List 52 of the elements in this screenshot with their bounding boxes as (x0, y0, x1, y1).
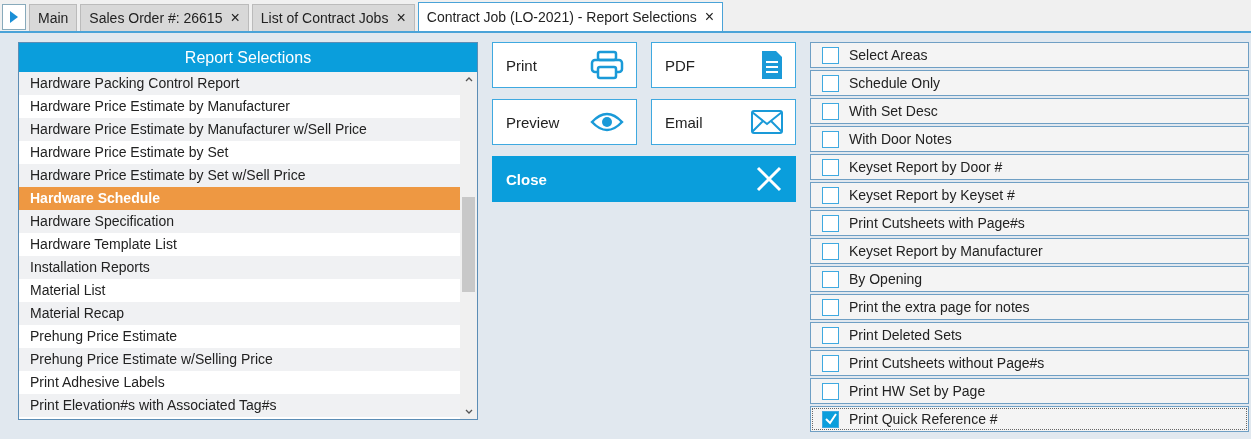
pdf-button[interactable]: PDF (651, 42, 796, 88)
report-item[interactable]: Hardware Price Estimate by Set w/Sell Price (19, 164, 460, 187)
print-button[interactable]: Print (492, 42, 637, 88)
report-item[interactable]: Installation Reports (19, 256, 460, 279)
report-item[interactable]: Hardware Specification (19, 210, 460, 233)
report-item[interactable]: Material List (19, 279, 460, 302)
scroll-down-icon[interactable] (464, 409, 473, 414)
printer-icon (590, 50, 624, 80)
tab[interactable]: Sales Order #: 26615 × (80, 4, 249, 31)
tab-scroll-button[interactable] (2, 4, 26, 30)
tab[interactable]: Main (29, 4, 78, 31)
option-checkbox[interactable]: Print Quick Reference # (810, 406, 1249, 432)
scrollbar-thumb[interactable] (462, 197, 475, 292)
tab[interactable]: List of Contract Jobs × (251, 4, 415, 31)
option-checkbox[interactable]: Select Areas (810, 42, 1249, 68)
option-checkbox[interactable]: With Set Desc (810, 98, 1249, 124)
option-checkbox[interactable]: Print Cutsheets without Page#s (810, 350, 1249, 376)
close-icon[interactable]: × (230, 9, 240, 27)
preview-button[interactable]: Preview (492, 99, 637, 145)
list-header: Report Selections (19, 43, 477, 72)
report-item[interactable]: Hardware Price Estimate by Manufacturer w/Sell Price (19, 118, 460, 141)
option-checkbox[interactable]: Keyset Report by Door # (810, 154, 1249, 180)
envelope-icon (751, 110, 783, 134)
report-item[interactable]: Hardware Price Estimate by Manufacturer (19, 95, 460, 118)
close-icon[interactable]: × (704, 8, 715, 26)
report-item[interactable]: Prehung Price Estimate (19, 325, 460, 348)
report-item[interactable]: Hardware Template List (19, 233, 460, 256)
report-item[interactable]: Print Elevation#s with Associated Tag#s (19, 394, 460, 417)
report-item[interactable]: Material Recap (19, 302, 460, 325)
close-icon[interactable]: × (396, 9, 406, 27)
option-checkbox[interactable]: Print Deleted Sets (810, 322, 1249, 348)
close-icon (756, 166, 782, 192)
scroll-up-icon[interactable] (464, 77, 473, 82)
option-checkbox[interactable]: With Door Notes (810, 126, 1249, 152)
report-item[interactable]: Hardware Price Estimate by Set (19, 141, 460, 164)
option-checkbox[interactable]: Schedule Only (810, 70, 1249, 96)
option-checkbox[interactable]: By Opening (810, 266, 1249, 292)
play-icon (10, 11, 18, 23)
option-checkbox[interactable]: Keyset Report by Keyset # (810, 182, 1249, 208)
report-item[interactable]: Print Adhesive Labels (19, 371, 460, 394)
scrollbar[interactable] (460, 72, 477, 419)
eye-icon (590, 111, 624, 133)
report-item[interactable]: Prehung Price Estimate w/Selling Price (19, 348, 460, 371)
report-item[interactable]: Hardware Packing Control Report (19, 72, 460, 95)
option-checkbox[interactable]: Print Cutsheets with Page#s (810, 210, 1249, 236)
option-checkbox[interactable]: Keyset Report by Manufacturer (810, 238, 1249, 264)
checkmark-icon (823, 412, 838, 426)
tab[interactable]: Contract Job (LO-2021) - Report Selections × (417, 2, 724, 31)
email-button[interactable]: Email (651, 99, 796, 145)
option-checkbox[interactable]: Print HW Set by Page (810, 378, 1249, 404)
document-icon (761, 50, 783, 80)
option-checkbox[interactable]: Print the extra page for notes (810, 294, 1249, 320)
